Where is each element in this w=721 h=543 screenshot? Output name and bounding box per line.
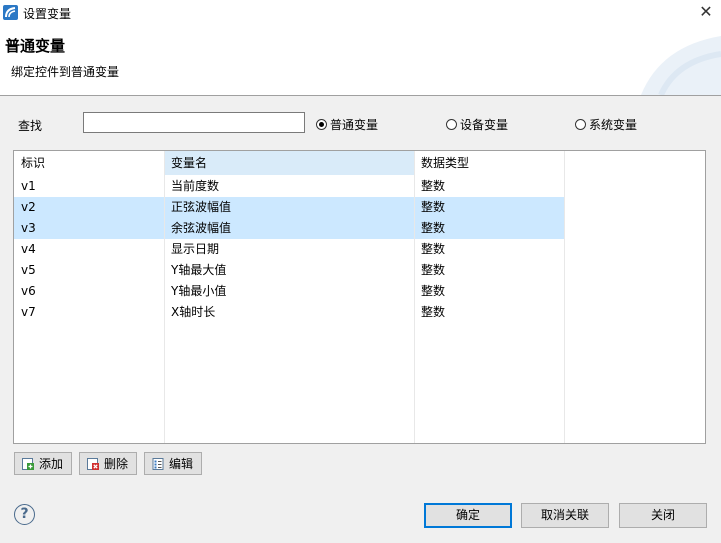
column-header-id[interactable]: 标识 bbox=[21, 153, 45, 174]
table-cell-name[interactable]: Y轴最小值 bbox=[171, 281, 226, 302]
delete-button-label: 删除 bbox=[104, 457, 129, 471]
header-description: 绑定控件到普通变量 bbox=[11, 65, 120, 79]
search-input[interactable] bbox=[83, 112, 305, 133]
table-cell-type[interactable]: 整数 bbox=[421, 176, 445, 197]
edit-button[interactable]: 编辑 bbox=[144, 452, 202, 475]
column-header-type[interactable]: 数据类型 bbox=[421, 153, 469, 174]
table-cell-type[interactable]: 整数 bbox=[421, 239, 445, 260]
edit-button-label: 编辑 bbox=[169, 457, 194, 471]
radio-label: 系统变量 bbox=[589, 117, 638, 132]
selected-row-highlight bbox=[14, 197, 565, 218]
table-cell-id[interactable]: v3 bbox=[21, 218, 36, 239]
add-button[interactable]: 添加 bbox=[14, 452, 72, 475]
help-icon[interactable]: ? bbox=[14, 504, 35, 525]
table-cell-id[interactable]: v7 bbox=[21, 302, 36, 323]
table-cell-name[interactable]: 余弦波幅值 bbox=[171, 218, 231, 239]
header-decoration bbox=[641, 36, 721, 95]
table-cell-name[interactable]: 正弦波幅值 bbox=[171, 197, 231, 218]
table-cell-id[interactable]: v1 bbox=[21, 176, 36, 197]
column-divider bbox=[164, 151, 165, 443]
search-label: 查找 bbox=[18, 119, 43, 133]
ok-button[interactable]: 确定 bbox=[424, 503, 512, 528]
table-cell-type[interactable]: 整数 bbox=[421, 197, 445, 218]
radio-device-variable[interactable]: 设备变量 bbox=[446, 116, 508, 132]
table-cell-type[interactable]: 整数 bbox=[421, 302, 445, 323]
header-separator bbox=[0, 95, 721, 96]
add-button-label: 添加 bbox=[39, 457, 64, 471]
delete-icon bbox=[87, 457, 99, 470]
selected-row-highlight bbox=[14, 218, 565, 239]
table-cell-id[interactable]: v4 bbox=[21, 239, 36, 260]
delete-button[interactable]: 删除 bbox=[79, 452, 137, 475]
column-divider bbox=[564, 151, 565, 443]
table-cell-name[interactable]: Y轴最大值 bbox=[171, 260, 226, 281]
title-bar: 设置变量 ✕ bbox=[0, 0, 721, 26]
app-icon bbox=[3, 5, 18, 20]
table-cell-type[interactable]: 整数 bbox=[421, 281, 445, 302]
table-cell-type[interactable]: 整数 bbox=[421, 218, 445, 239]
close-icon[interactable]: ✕ bbox=[691, 0, 721, 26]
column-header-name[interactable]: 变量名 bbox=[171, 153, 207, 174]
table-cell-name[interactable]: 显示日期 bbox=[171, 239, 219, 260]
close-button[interactable]: 关闭 bbox=[619, 503, 707, 528]
radio-button-selected[interactable] bbox=[316, 118, 327, 130]
table-cell-id[interactable]: v5 bbox=[21, 260, 36, 281]
header-title: 普通变量 bbox=[5, 37, 66, 55]
table-cell-name[interactable]: X轴时长 bbox=[171, 302, 215, 323]
table-cell-id[interactable]: v6 bbox=[21, 281, 36, 302]
radio-system-variable[interactable]: 系统变量 bbox=[575, 116, 637, 132]
window-title: 设置变量 bbox=[23, 7, 72, 21]
variable-table[interactable]: 标识 变量名 数据类型 v1 当前度数 整数 v2 正弦波幅值 整数 v3 余弦… bbox=[13, 150, 706, 444]
edit-icon bbox=[152, 457, 164, 470]
radio-label: 普通变量 bbox=[330, 117, 379, 132]
radio-button[interactable] bbox=[446, 118, 457, 130]
table-cell-name[interactable]: 当前度数 bbox=[171, 176, 219, 197]
radio-button[interactable] bbox=[575, 118, 586, 130]
column-divider bbox=[414, 151, 415, 443]
table-cell-type[interactable]: 整数 bbox=[421, 260, 445, 281]
add-icon bbox=[22, 457, 34, 470]
dialog-header: 普通变量 绑定控件到普通变量 bbox=[0, 26, 721, 95]
table-cell-id[interactable]: v2 bbox=[21, 197, 36, 218]
unlink-button[interactable]: 取消关联 bbox=[521, 503, 609, 528]
radio-normal-variable[interactable]: 普通变量 bbox=[316, 116, 378, 132]
radio-label: 设备变量 bbox=[460, 117, 509, 132]
